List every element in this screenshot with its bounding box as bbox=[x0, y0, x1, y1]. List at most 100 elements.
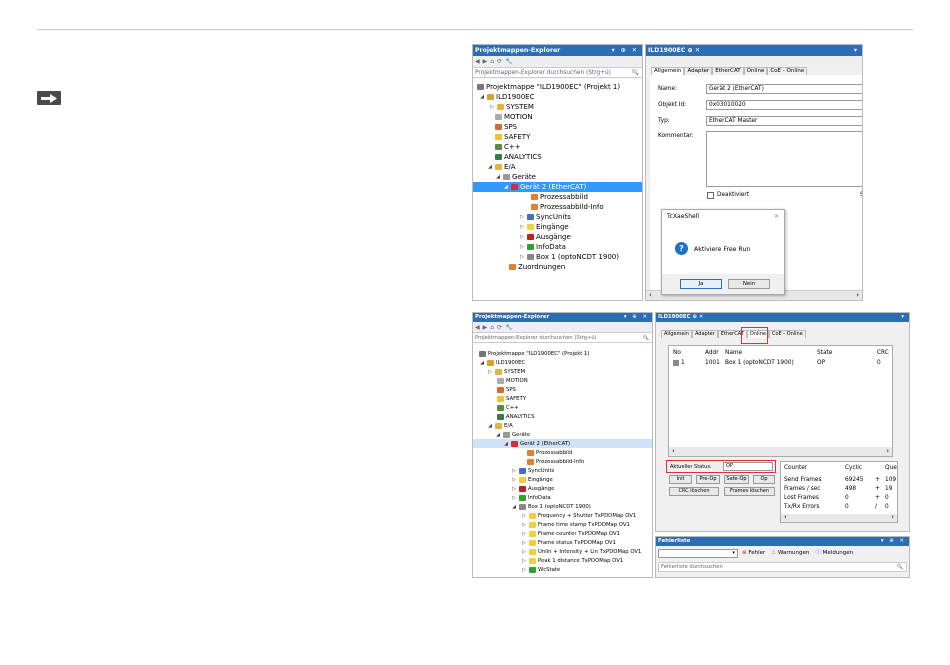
tab-coe-online[interactable]: CoE - Online bbox=[767, 67, 808, 75]
tree-node-wcstate[interactable]: ▷ WcState bbox=[521, 565, 560, 574]
error-list-search-input[interactable]: Fehlerliste durchsuchen 🔍 bbox=[658, 562, 907, 572]
row-crc[interactable]: 0 bbox=[877, 360, 881, 366]
tree-node-ea[interactable]: ◢ E/A bbox=[487, 162, 516, 172]
collapsed-icon[interactable]: ▷ bbox=[487, 367, 493, 377]
collapsed-icon[interactable]: ▷ bbox=[519, 252, 525, 262]
pin-icon[interactable]: ⊕ bbox=[688, 47, 693, 54]
properties-icon[interactable]: 🔧 bbox=[505, 324, 512, 331]
home-icon[interactable]: ⌂ bbox=[490, 324, 494, 331]
tab-online[interactable]: Online bbox=[743, 67, 768, 75]
row-state[interactable]: OP bbox=[817, 360, 825, 366]
no-button[interactable]: Nein bbox=[728, 279, 770, 289]
properties-icon[interactable]: 🔧 bbox=[505, 58, 512, 65]
dialog-close-icon[interactable]: ✕ bbox=[774, 210, 779, 224]
scroll-right-icon[interactable]: › bbox=[886, 447, 889, 456]
tree-node-infodata[interactable]: ▷ InfoData bbox=[519, 242, 566, 252]
sync-icon[interactable]: ⟳ bbox=[497, 324, 502, 331]
tree-node-prozessabbild-info[interactable]: Prozessabbild-Info bbox=[531, 202, 604, 212]
scroll-right-icon[interactable]: › bbox=[856, 291, 859, 300]
row-addr[interactable]: 1001 bbox=[705, 360, 720, 366]
tab-allgemein[interactable]: Allgemein bbox=[661, 330, 692, 338]
expanded-icon[interactable]: ◢ bbox=[511, 502, 517, 512]
tree-node-sps[interactable]: SPS bbox=[495, 122, 517, 132]
tree-node-solution[interactable]: Projektmappe "ILD1900EC" (Projekt 1) bbox=[477, 82, 620, 92]
error-list-window-controls[interactable]: ▾ ⊕ ✕ bbox=[881, 537, 909, 546]
tree-node-motion[interactable]: MOTION bbox=[495, 112, 533, 122]
name-field[interactable]: Gerät 2 (EtherCAT) bbox=[706, 84, 862, 94]
tree-node-box1[interactable]: ▷ Box 1 (optoNCDT 1900) bbox=[519, 252, 619, 262]
doc-tab[interactable]: ILD1900EC ⊕ ✕ bbox=[658, 313, 703, 322]
row-name[interactable]: Box 1 (optoNCDT 1900) bbox=[725, 360, 794, 366]
tree-node-safety[interactable]: SAFETY bbox=[495, 132, 530, 142]
tree-node-geraet2[interactable]: ◢ Gerät 2 (EtherCAT) bbox=[473, 182, 642, 192]
dropdown-icon[interactable]: ▾ bbox=[901, 313, 909, 322]
back-icon[interactable]: ◀ bbox=[475, 58, 480, 65]
tree-node-prozessabbild[interactable]: Prozessabbild bbox=[531, 192, 588, 202]
collapsed-icon[interactable]: ▷ bbox=[519, 242, 525, 252]
tree-node-cpp[interactable]: C++ bbox=[495, 142, 521, 152]
tree-node-pdo-peak[interactable]: ▷ Peak 1 distance TxPDOMap OV1 bbox=[521, 556, 623, 565]
id-field[interactable]: 0x03010020 bbox=[706, 100, 862, 110]
tree-node-zuordnungen[interactable]: Zuordnungen bbox=[509, 262, 565, 272]
collapsed-icon[interactable]: ▷ bbox=[521, 565, 527, 575]
doc-tab[interactable]: ILD1900EC ⊕ ✕ bbox=[648, 45, 700, 56]
expanded-icon[interactable]: ◢ bbox=[495, 172, 501, 182]
expanded-icon[interactable]: ◢ bbox=[479, 358, 485, 368]
tree-node-analytics[interactable]: ANALYTICS bbox=[497, 412, 535, 421]
tab-coe-online[interactable]: CoE - Online bbox=[768, 330, 806, 338]
preop-button[interactable]: Pre-Op bbox=[696, 475, 720, 484]
scroll-left-icon[interactable]: ‹ bbox=[672, 447, 675, 456]
pin-icon[interactable]: ⊕ bbox=[692, 314, 697, 320]
init-button[interactable]: Init bbox=[669, 475, 692, 484]
crc-clear-button[interactable]: CRC löschen bbox=[669, 487, 719, 496]
sync-icon[interactable]: ⟳ bbox=[497, 58, 502, 65]
explorer-search-input[interactable]: Projektmappen-Explorer durchsuchen (Strg… bbox=[473, 333, 652, 343]
tree-node-system[interactable]: ▷ SYSTEM bbox=[489, 102, 534, 112]
h-scrollbar[interactable]: ‹ › bbox=[669, 447, 892, 456]
expanded-icon[interactable]: ◢ bbox=[479, 92, 485, 102]
forward-icon[interactable]: ▶ bbox=[483, 58, 488, 65]
yes-button[interactable]: Ja bbox=[680, 279, 722, 289]
collapsed-icon[interactable]: ▷ bbox=[519, 232, 525, 242]
close-icon[interactable]: ✕ bbox=[699, 314, 704, 320]
forward-icon[interactable]: ▶ bbox=[483, 324, 488, 331]
collapsed-icon[interactable]: ▷ bbox=[519, 212, 525, 222]
op-button[interactable]: Op bbox=[753, 475, 775, 484]
safeop-button[interactable]: Safe-Op bbox=[724, 475, 749, 484]
expanded-icon[interactable]: ◢ bbox=[487, 162, 493, 172]
tab-allgemein[interactable]: Allgemein bbox=[651, 67, 685, 75]
tab-ethercat[interactable]: EtherCAT bbox=[712, 67, 744, 75]
comment-field[interactable] bbox=[706, 131, 862, 187]
dropdown-icon[interactable]: ▾ bbox=[854, 45, 862, 56]
tree-node-analytics[interactable]: ANALYTICS bbox=[495, 152, 542, 162]
explorer-search-input[interactable]: Projektmappen-Explorer durchsuchen (Strg… bbox=[473, 68, 642, 78]
expanded-icon[interactable]: ◢ bbox=[495, 430, 501, 440]
close-icon[interactable]: ✕ bbox=[695, 47, 700, 54]
collapsed-icon[interactable]: ▷ bbox=[489, 102, 495, 112]
tab-adapter[interactable]: Adapter bbox=[691, 330, 718, 338]
tree-node-ausgaenge[interactable]: ▷ Ausgänge bbox=[519, 232, 571, 242]
h-scrollbar[interactable]: ‹ › bbox=[781, 514, 897, 522]
row-no[interactable]: 1 bbox=[681, 360, 685, 366]
expanded-icon[interactable]: ◢ bbox=[503, 439, 509, 449]
expanded-icon[interactable]: ◢ bbox=[487, 421, 493, 431]
expanded-icon[interactable]: ◢ bbox=[503, 182, 509, 192]
errors-filter-button[interactable]: ⊗ Fehler bbox=[742, 549, 765, 558]
explorer-window-controls[interactable]: ▾ ⊕ ✕ bbox=[612, 45, 642, 56]
scope-dropdown[interactable]: ▾ bbox=[658, 549, 738, 558]
tree-node-syncunits[interactable]: ▷ SyncUnits bbox=[519, 212, 571, 222]
scroll-right-icon[interactable]: › bbox=[891, 514, 894, 522]
frames-clear-button[interactable]: Frames löschen bbox=[724, 487, 775, 496]
back-icon[interactable]: ◀ bbox=[475, 324, 480, 331]
tab-adapter[interactable]: Adapter bbox=[684, 67, 713, 75]
tree-node-geraete[interactable]: ◢ Geräte bbox=[495, 172, 536, 182]
type-field[interactable]: EtherCAT Master bbox=[706, 116, 862, 126]
tree-node-eingaenge[interactable]: ▷ Eingänge bbox=[519, 222, 569, 232]
home-icon[interactable]: ⌂ bbox=[490, 58, 494, 65]
disabled-checkbox[interactable] bbox=[707, 192, 714, 199]
messages-filter-button[interactable]: ⓘ Meldungen bbox=[815, 549, 853, 558]
explorer-window-controls[interactable]: ▾ ⊕ ✕ bbox=[624, 313, 652, 322]
scroll-left-icon[interactable]: ‹ bbox=[649, 291, 652, 300]
scroll-left-icon[interactable]: ‹ bbox=[784, 514, 787, 522]
warnings-filter-button[interactable]: ⚠ Warnungen bbox=[771, 549, 809, 558]
